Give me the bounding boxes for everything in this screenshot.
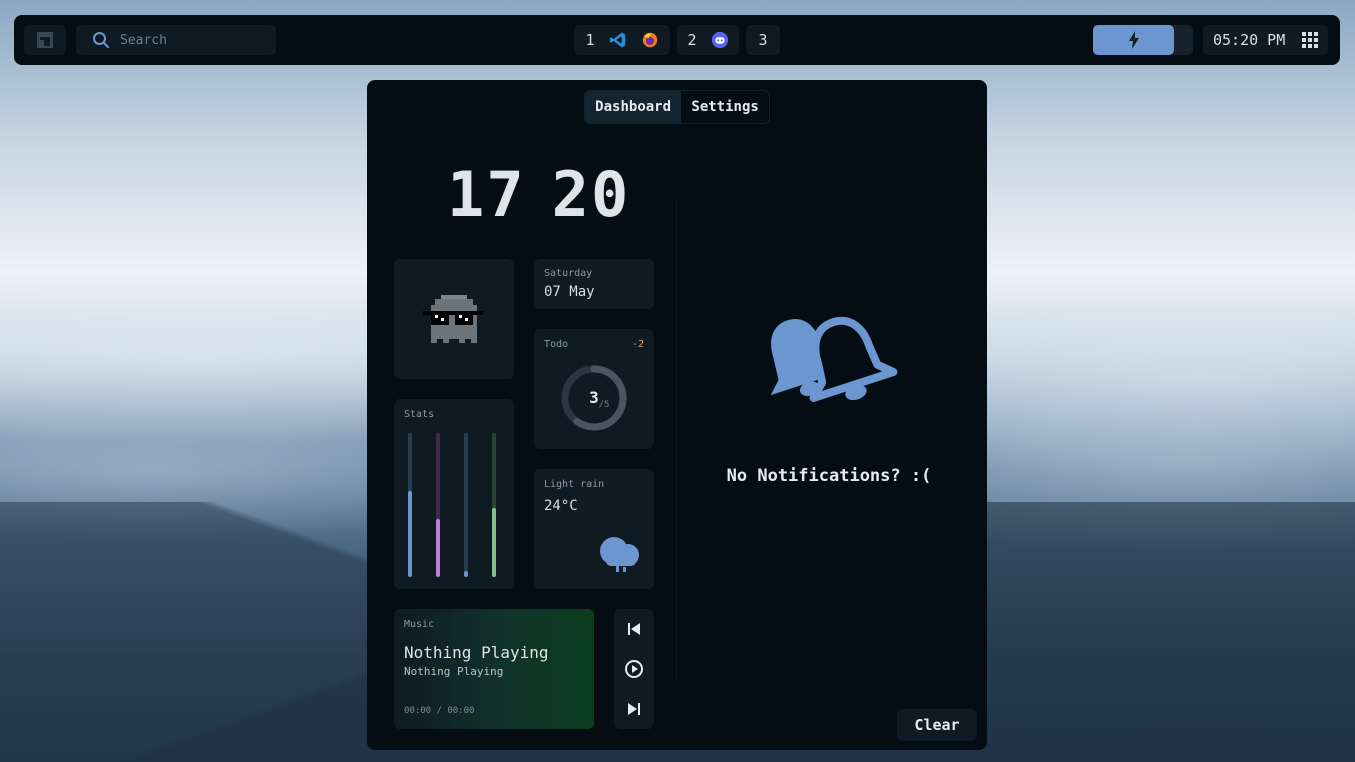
empty-notifications-text: No Notifications? :( xyxy=(726,466,932,486)
apps-grid-icon[interactable] xyxy=(1302,32,1318,48)
todo-done: 3 xyxy=(589,388,599,407)
todo-progress-ring: 3 /5 xyxy=(561,365,627,431)
firefox-icon[interactable] xyxy=(641,31,659,49)
weather-condition: Light rain xyxy=(544,479,605,490)
stats-label: Stats xyxy=(404,409,435,420)
skip-next-icon xyxy=(628,703,640,715)
pixel-ghost-icon xyxy=(423,295,483,343)
temperature-bar xyxy=(492,433,496,577)
search-box[interactable] xyxy=(76,25,276,55)
track-title: Nothing Playing xyxy=(404,643,549,662)
music-label: Music xyxy=(404,619,435,630)
music-controls xyxy=(614,609,654,729)
weather-card: Light rain 24°C xyxy=(534,469,654,589)
workspace-number: 2 xyxy=(687,31,697,49)
battery-indicator[interactable] xyxy=(1093,25,1193,55)
memory-bar-fill xyxy=(436,519,440,577)
search-icon xyxy=(93,32,109,48)
workspace-1[interactable]: 1 xyxy=(574,25,670,55)
vscode-icon[interactable] xyxy=(609,31,627,49)
track-time: 00:00 / 00:00 xyxy=(404,706,475,716)
workspace-number: 1 xyxy=(585,31,595,49)
workspace-number: 3 xyxy=(758,31,768,49)
disk-bar-fill xyxy=(464,571,468,577)
todo-label: Todo xyxy=(544,339,569,350)
clock-minute: 20 xyxy=(551,158,631,231)
track-artist: Nothing Playing xyxy=(404,665,504,678)
previous-button[interactable] xyxy=(624,619,644,639)
divider xyxy=(676,200,677,680)
play-button[interactable] xyxy=(624,659,644,679)
tab-settings[interactable]: Settings xyxy=(681,91,769,123)
workspace-3[interactable]: 3 xyxy=(746,25,780,55)
date-card: Saturday 07 May xyxy=(534,259,654,309)
clock-widget[interactable]: 05:20 PM xyxy=(1203,25,1328,55)
lightning-icon xyxy=(1128,31,1139,49)
music-card: Music Nothing Playing Nothing Playing 00… xyxy=(394,609,594,729)
top-bar: 1 2 3 05:20 PM xyxy=(14,15,1340,65)
avatar-card xyxy=(394,259,514,379)
discord-icon[interactable] xyxy=(711,31,729,49)
todo-card[interactable]: Todo -2 3 /5 xyxy=(534,329,654,449)
clock-hour: 17 xyxy=(447,158,526,231)
next-button[interactable] xyxy=(624,699,644,719)
clear-notifications-button[interactable]: Clear xyxy=(897,709,977,741)
cpu-bar-fill xyxy=(408,491,412,577)
todo-delta: -2 xyxy=(631,339,644,350)
disk-bar xyxy=(464,433,468,577)
rain-cloud-icon xyxy=(600,537,639,572)
stats-card: Stats xyxy=(394,399,514,589)
dashboard-panel: Dashboard Settings 17 20 Saturday 07 May… xyxy=(367,80,987,750)
cpu-bar xyxy=(408,433,412,577)
clock-time: 05:20 PM xyxy=(1213,31,1286,49)
play-icon xyxy=(625,660,643,678)
weather-temperature: 24°C xyxy=(544,498,578,514)
bell-icon xyxy=(757,310,901,414)
memory-bar xyxy=(436,433,440,577)
search-input[interactable] xyxy=(120,32,260,48)
weekday-label: Saturday xyxy=(544,268,593,279)
launcher-button[interactable] xyxy=(24,25,66,55)
skip-previous-icon xyxy=(628,623,640,635)
workspace-2[interactable]: 2 xyxy=(677,25,739,55)
launcher-icon xyxy=(37,32,53,48)
todo-total: /5 xyxy=(599,400,610,410)
big-clock: 17 20 xyxy=(447,158,630,231)
tab-dashboard[interactable]: Dashboard xyxy=(585,91,682,123)
temperature-bar-fill xyxy=(492,508,496,577)
battery-fill xyxy=(1093,25,1174,55)
date-label: 07 May xyxy=(544,284,595,300)
tab-bar: Dashboard Settings xyxy=(584,90,770,124)
